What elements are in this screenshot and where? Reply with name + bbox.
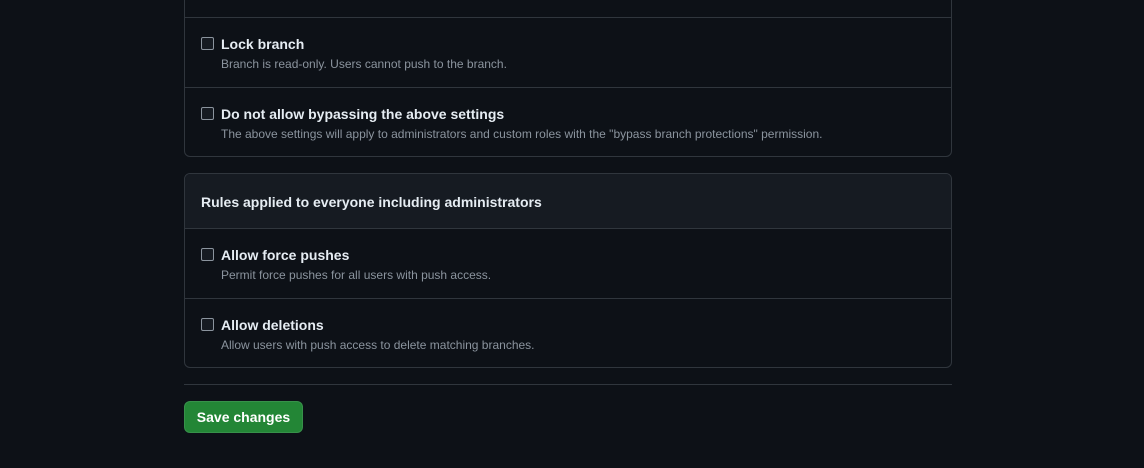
everyone-rules-header: Rules applied to everyone including admi… <box>185 174 951 228</box>
setting-row-lock-branch: Lock branch Branch is read-only. Users c… <box>185 17 951 87</box>
no-bypass-title[interactable]: Do not allow bypassing the above setting… <box>221 106 504 122</box>
previous-setting-row-partial <box>185 0 951 17</box>
everyone-rules-title: Rules applied to everyone including admi… <box>201 194 542 210</box>
lock-branch-description: Branch is read-only. Users cannot push t… <box>221 57 507 71</box>
save-changes-button[interactable]: Save changes <box>184 401 303 433</box>
force-pushes-title[interactable]: Allow force pushes <box>221 247 349 263</box>
form-divider <box>184 384 952 385</box>
lock-branch-title[interactable]: Lock branch <box>221 36 304 52</box>
deletions-title[interactable]: Allow deletions <box>221 317 324 333</box>
lock-branch-checkbox[interactable] <box>201 37 214 50</box>
protection-settings-box: Lock branch Branch is read-only. Users c… <box>184 0 952 157</box>
setting-row-deletions: Allow deletions Allow users with push ac… <box>185 298 951 367</box>
no-bypass-checkbox[interactable] <box>201 107 214 120</box>
setting-row-no-bypass: Do not allow bypassing the above setting… <box>185 87 951 157</box>
deletions-checkbox[interactable] <box>201 318 214 331</box>
deletions-description: Allow users with push access to delete m… <box>221 338 535 352</box>
force-pushes-description: Permit force pushes for all users with p… <box>221 268 492 282</box>
no-bypass-description: The above settings will apply to adminis… <box>221 127 823 141</box>
everyone-rules-box: Rules applied to everyone including admi… <box>184 173 952 368</box>
setting-row-force-pushes: Allow force pushes Permit force pushes f… <box>185 228 951 298</box>
force-pushes-checkbox[interactable] <box>201 248 214 261</box>
